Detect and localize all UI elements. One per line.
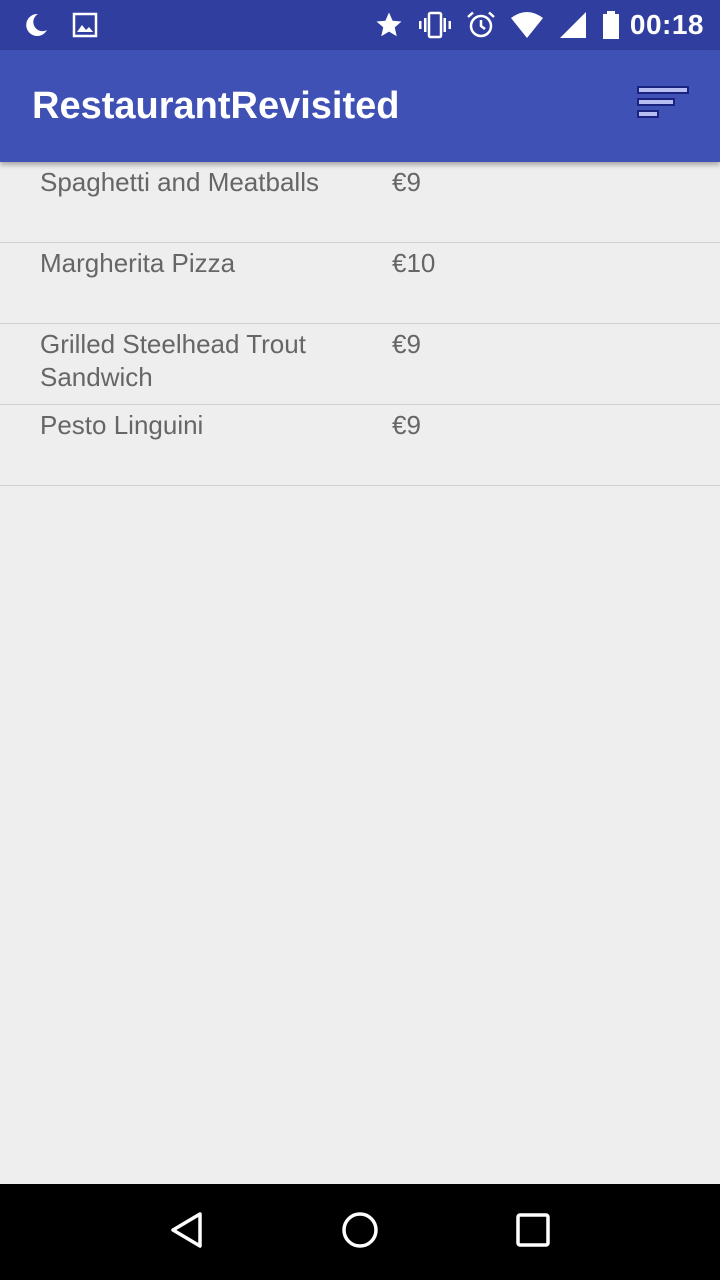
battery-icon: [602, 10, 620, 40]
item-name: Pesto Linguini: [40, 410, 204, 440]
app-bar: RestaurantRevisited: [0, 50, 720, 162]
item-name: Grilled Steelhead Trout Sandwich: [40, 329, 306, 392]
item-price: €9: [392, 329, 421, 359]
status-left-icons: [22, 11, 120, 39]
list-item[interactable]: Margherita Pizza €10: [0, 243, 720, 324]
image-icon: [72, 12, 98, 38]
home-button[interactable]: [330, 1202, 390, 1262]
item-name: Spaghetti and Meatballs: [40, 167, 319, 197]
home-icon: [340, 1210, 380, 1255]
recents-icon: [513, 1210, 553, 1255]
recents-button[interactable]: [503, 1202, 563, 1262]
clock: 00:18: [629, 9, 704, 40]
vibrate-icon: [418, 10, 452, 40]
list-item[interactable]: Grilled Steelhead Trout Sandwich €9: [0, 324, 720, 405]
list-item[interactable]: Spaghetti and Meatballs €9: [0, 162, 720, 243]
alarm-icon: [466, 10, 496, 40]
item-name: Margherita Pizza: [40, 248, 236, 278]
star-icon: [374, 10, 404, 40]
item-price: €9: [392, 167, 421, 197]
item-price: €10: [392, 248, 436, 278]
list-item[interactable]: Pesto Linguini €9: [0, 405, 720, 486]
back-icon: [167, 1210, 207, 1255]
menu-list: Spaghetti and Meatballs €9 Margherita Pi…: [0, 162, 720, 486]
signal-icon: [558, 10, 588, 40]
back-button[interactable]: [157, 1202, 217, 1262]
status-right-icons: 00:18: [360, 9, 704, 41]
sort-button[interactable]: [636, 84, 692, 129]
wifi-icon: [510, 11, 544, 39]
sort-icon: [636, 84, 692, 129]
navigation-bar: [0, 1184, 720, 1280]
app-title: RestaurantRevisited: [32, 84, 400, 127]
status-bar: 00:18: [0, 0, 720, 50]
moon-icon: [22, 11, 50, 39]
item-price: €9: [392, 410, 421, 440]
